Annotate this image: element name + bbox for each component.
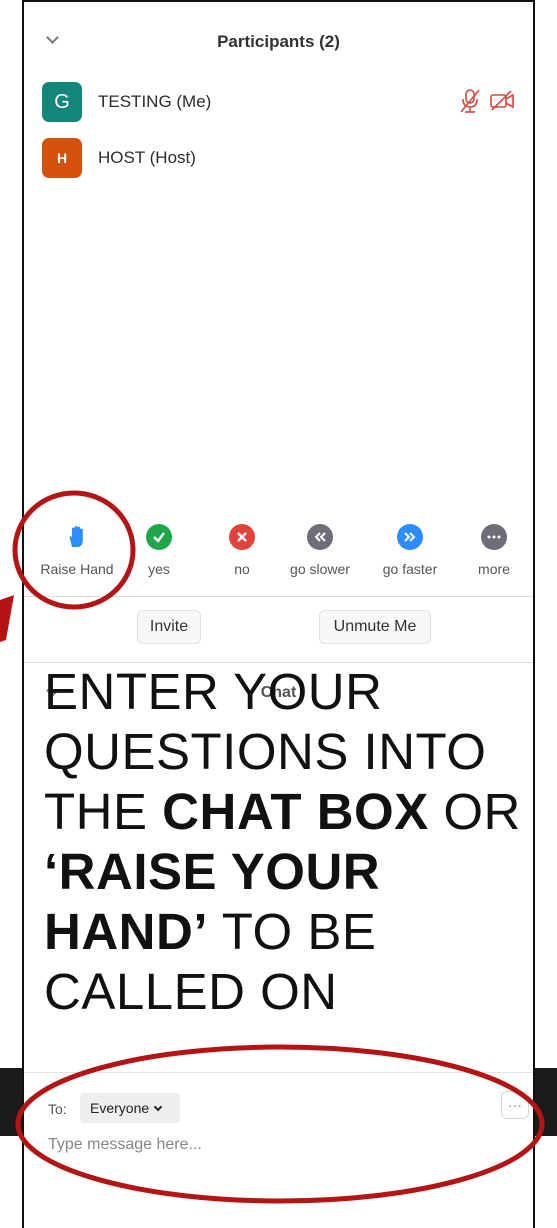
video-off-icon[interactable] [489, 90, 515, 117]
right-edge [535, 0, 557, 1228]
participant-name: TESTING (Me) [98, 92, 212, 111]
reaction-label: go slower [290, 561, 350, 577]
reaction-label: yes [148, 561, 170, 577]
chat-more-button[interactable]: ··· [501, 1091, 529, 1119]
reaction-label: no [234, 561, 250, 577]
hand-icon [64, 524, 90, 550]
overlay-emphasis: CHAT BOX [162, 783, 429, 840]
no-button[interactable]: no [197, 524, 287, 577]
to-label: To: [48, 1101, 67, 1117]
right-dark-block [535, 1068, 557, 1136]
reaction-label: more [478, 561, 510, 577]
more-reactions-button[interactable]: more [449, 524, 539, 577]
chevron-down-icon [153, 1102, 163, 1111]
participant-row[interactable]: H HOST (Host) [42, 138, 515, 178]
chat-composer: To: Everyone ··· [24, 1072, 533, 1228]
ellipsis-icon [481, 524, 507, 550]
recipient-dropdown[interactable]: Everyone [80, 1093, 180, 1123]
unmute-me-button[interactable]: Unmute Me [319, 610, 431, 644]
participant-name: HOST (Host) [98, 148, 196, 167]
go-faster-button[interactable]: go faster [365, 524, 455, 577]
overlay-text: OR [428, 783, 521, 840]
yes-button[interactable]: yes [114, 524, 204, 577]
divider [24, 596, 533, 597]
recipient-value: Everyone [90, 1100, 150, 1116]
x-icon [229, 524, 255, 550]
left-dark-block [0, 1068, 22, 1136]
check-icon [146, 524, 172, 550]
participant-row[interactable]: G TESTING (Me) [42, 82, 515, 122]
microphone-muted-icon[interactable] [459, 88, 481, 119]
left-edge [0, 0, 22, 1228]
instruction-overlay-text: ENTER YOUR QUESTIONS INTO THE CHAT BOX O… [44, 662, 524, 1022]
fast-forward-icon [397, 524, 423, 550]
participants-title: Participants (2) [217, 32, 340, 51]
avatar: H [42, 138, 82, 178]
message-input[interactable] [48, 1131, 468, 1159]
reactions-bar: Raise Hand yes no go slower go faster mo… [24, 524, 533, 586]
participants-header: Participants (2) [24, 2, 533, 82]
zoom-side-panel: Participants (2) G TESTING (Me) H HOST (… [22, 0, 535, 1228]
rewind-icon [307, 524, 333, 550]
avatar: G [42, 82, 82, 122]
reaction-label: go faster [382, 561, 438, 577]
raise-hand-button[interactable]: Raise Hand [32, 524, 122, 577]
go-slower-button[interactable]: go slower [275, 524, 365, 577]
invite-button[interactable]: Invite [137, 610, 201, 644]
reaction-label: Raise Hand [40, 561, 114, 577]
